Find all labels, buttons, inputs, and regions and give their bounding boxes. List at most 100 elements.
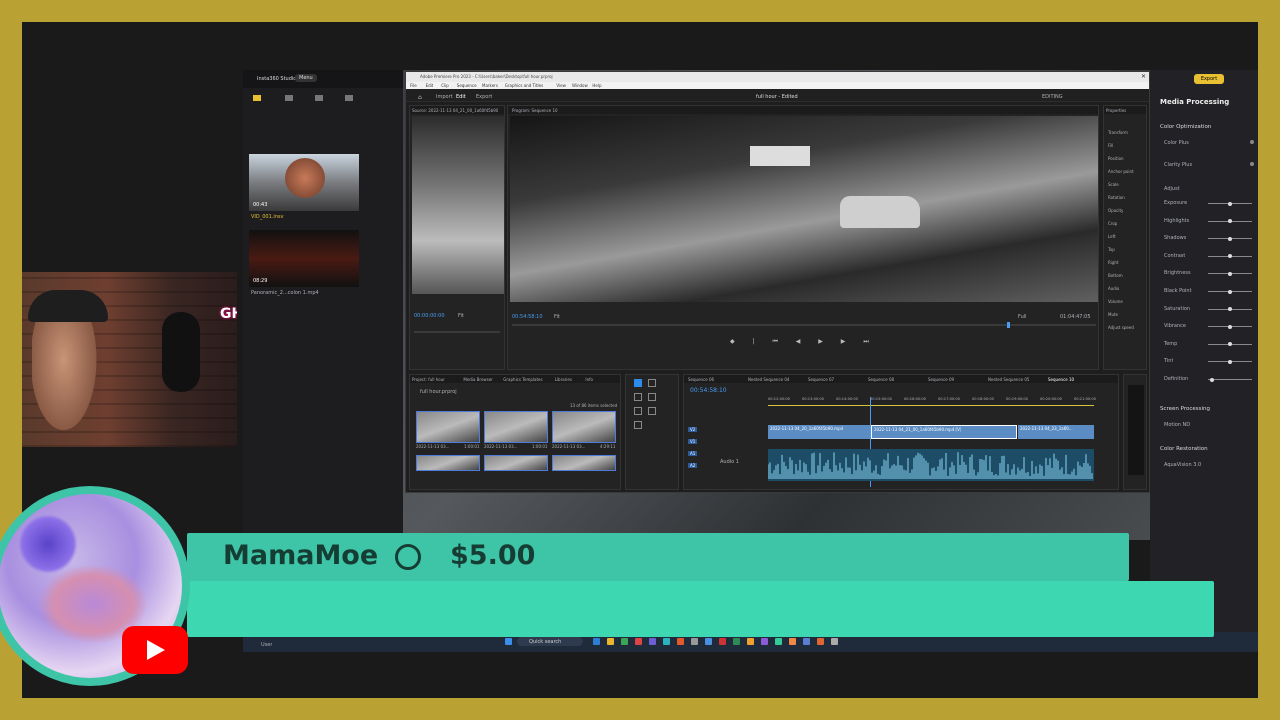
property-item[interactable]: Right — [1108, 260, 1119, 265]
taskbar-app-icon[interactable] — [719, 638, 726, 645]
video-clip-selected[interactable]: 2022-11-13 04_21_00_1a60f45b90.mp4 [V] — [871, 425, 1017, 439]
transport-controls[interactable]: ◆ | ⏮ ◀ ▶ ▶ ⏭ — [730, 338, 910, 346]
menu-item[interactable]: Sequence — [457, 83, 477, 88]
home-icon[interactable]: ⌂ — [418, 94, 422, 101]
menu-item[interactable]: Graphics and Titles — [505, 83, 543, 88]
taskbar-app-icon[interactable] — [817, 638, 824, 645]
menu-item[interactable]: File — [410, 83, 417, 88]
menu-item[interactable]: Edit — [426, 83, 434, 88]
taskbar-app-icon[interactable] — [691, 638, 698, 645]
property-item[interactable]: Adjust speed — [1108, 325, 1134, 330]
studio-clip-thumb-2[interactable]: 08:29 — [249, 230, 359, 287]
studio-folder-icon[interactable] — [345, 95, 353, 101]
taskbar-search[interactable]: Quick search — [517, 637, 583, 646]
sequence-tab[interactable]: Sequence 09 — [928, 377, 954, 382]
project-tab[interactable]: Libraries — [555, 377, 572, 382]
menu-item[interactable]: Help — [592, 83, 601, 88]
property-item[interactable]: Transform — [1108, 130, 1128, 135]
sequence-tab[interactable]: Nested Sequence 05 — [988, 377, 1029, 382]
slider-knob[interactable] — [1228, 324, 1232, 329]
close-icon[interactable]: ✕ — [1141, 73, 1146, 80]
color-item-label[interactable]: Color Plus — [1164, 140, 1189, 146]
taskbar-app-icon[interactable] — [649, 638, 656, 645]
slider-track[interactable] — [1208, 379, 1252, 380]
taskbar-app-icon[interactable] — [789, 638, 796, 645]
property-item[interactable]: Rotation — [1108, 195, 1125, 200]
taskbar-app-icon[interactable] — [761, 638, 768, 645]
property-item[interactable]: Crop — [1108, 221, 1117, 226]
track-select-tool-icon[interactable] — [648, 379, 656, 387]
property-item[interactable]: Mute — [1108, 312, 1118, 317]
property-item[interactable]: Volume — [1108, 299, 1123, 304]
workspace-label[interactable]: EDITING — [1042, 94, 1063, 100]
program-video[interactable] — [510, 116, 1098, 302]
track-label-v2[interactable]: V2 — [688, 427, 698, 432]
program-quality[interactable]: Full — [1018, 314, 1027, 320]
menu-item[interactable]: Markers — [482, 83, 498, 88]
hand-tool-icon[interactable] — [648, 407, 656, 415]
slider-knob[interactable] — [1228, 307, 1232, 312]
slider-knob[interactable] — [1228, 201, 1232, 206]
program-timecode[interactable]: 00:54:58:10 — [512, 314, 543, 320]
taskbar-app-icon[interactable] — [663, 638, 670, 645]
property-item[interactable]: Top — [1108, 247, 1115, 252]
property-item[interactable]: Audio — [1108, 286, 1119, 291]
work-area-bar[interactable] — [768, 405, 1094, 406]
slider-knob[interactable] — [1228, 359, 1232, 364]
menu-item[interactable]: Window — [572, 83, 588, 88]
taskbar-app-icon[interactable] — [677, 638, 684, 645]
source-zoom[interactable]: Fit — [458, 313, 464, 319]
taskbar-app-icon[interactable] — [803, 638, 810, 645]
slip-tool-icon[interactable] — [648, 393, 656, 401]
slider-knob[interactable] — [1228, 342, 1232, 347]
project-tab[interactable]: Project: full hour — [412, 377, 445, 382]
toggle-switch[interactable] — [1250, 140, 1254, 144]
project-tab[interactable]: Info — [585, 377, 593, 382]
slider-knob[interactable] — [1228, 289, 1232, 294]
source-video[interactable] — [412, 116, 504, 294]
aquavision-label[interactable]: AquaVision 3.0 — [1164, 462, 1201, 468]
studio-media-icon[interactable] — [253, 95, 261, 101]
audio-clip[interactable] — [767, 449, 1094, 481]
taskbar-app-icon[interactable] — [705, 638, 712, 645]
taskbar-app-icon[interactable] — [733, 638, 740, 645]
slider-knob[interactable] — [1228, 236, 1232, 241]
property-item[interactable]: Scale — [1108, 182, 1119, 187]
tab-export[interactable]: Export — [476, 94, 492, 100]
source-scrubber[interactable] — [414, 331, 500, 333]
playhead-marker[interactable] — [1007, 322, 1010, 328]
slider-knob[interactable] — [1210, 377, 1215, 382]
taskbar-app-icon[interactable] — [621, 638, 628, 645]
project-tab[interactable]: Media Browser — [463, 377, 493, 382]
track-label-a1[interactable]: A1 — [688, 451, 698, 456]
razor-tool-icon[interactable] — [634, 393, 642, 401]
video-clip[interactable]: 2022-11-13 04_20_1a60f45b90.mp4 — [768, 425, 870, 439]
slider-knob[interactable] — [1228, 219, 1232, 224]
menu-item[interactable]: Clip — [441, 83, 449, 88]
studio-clip-thumb-1[interactable]: 00:43 — [249, 154, 359, 211]
sequence-tab[interactable]: Sequence 07 — [808, 377, 834, 382]
project-tab[interactable]: Graphics Templates — [503, 377, 542, 382]
property-item[interactable]: Anchor point — [1108, 169, 1134, 174]
clip-thumbnail[interactable] — [484, 411, 548, 443]
track-label-v1[interactable]: V1 — [688, 439, 698, 444]
studio-edit-icon[interactable] — [285, 95, 293, 101]
taskbar-app-icon[interactable] — [775, 638, 782, 645]
clip-thumbnail[interactable] — [416, 455, 480, 471]
sequence-tab[interactable]: Sequence 06 — [688, 377, 714, 382]
sequence-tab[interactable]: Sequence 08 — [868, 377, 894, 382]
clip-thumbnail[interactable] — [552, 411, 616, 443]
adjust-label[interactable]: Adjust — [1164, 186, 1180, 192]
taskbar-app-icon[interactable] — [593, 638, 600, 645]
selection-tool-icon[interactable] — [634, 379, 642, 387]
export-button[interactable]: Export — [1194, 74, 1224, 84]
menu-item[interactable]: View — [556, 83, 566, 88]
property-item[interactable]: Left — [1108, 234, 1116, 239]
source-timecode[interactable]: 00:00:00:00 — [414, 313, 445, 319]
property-item[interactable]: Bottom — [1108, 273, 1123, 278]
tab-import[interactable]: Import — [436, 94, 453, 100]
taskbar-app-icon[interactable] — [747, 638, 754, 645]
type-tool-icon[interactable] — [634, 421, 642, 429]
sequence-tab[interactable]: Nested Sequence 04 — [748, 377, 789, 382]
taskbar-app-icon[interactable] — [831, 638, 838, 645]
